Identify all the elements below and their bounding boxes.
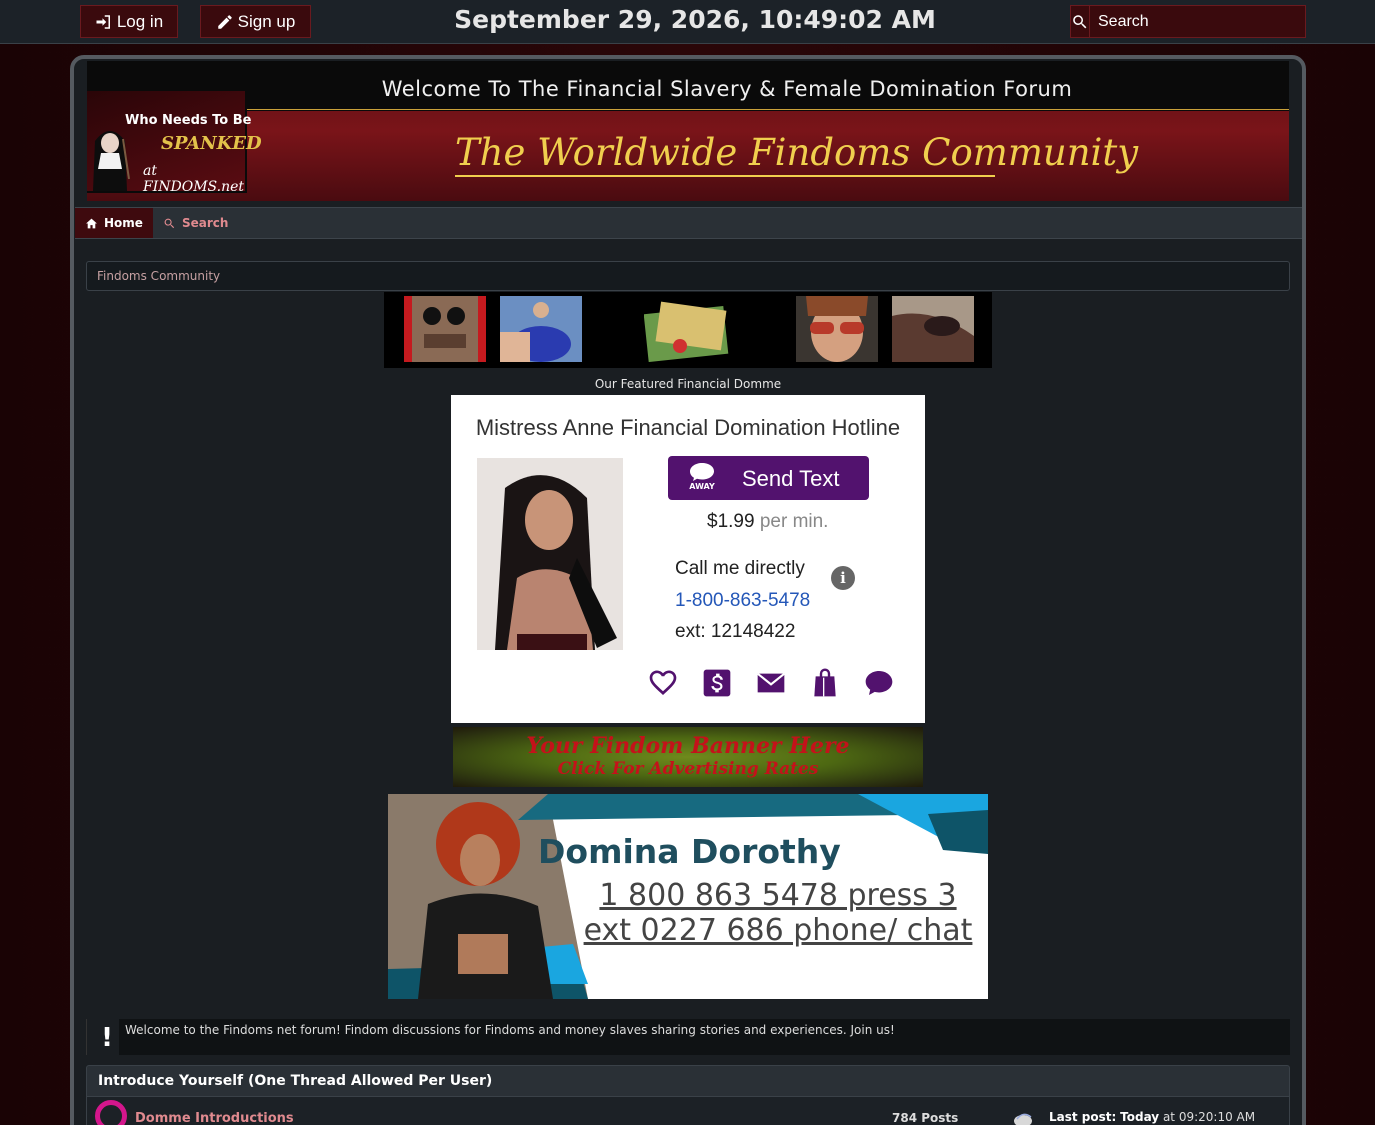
chat-bubble-icon: [690, 463, 714, 481]
breadcrumb-link[interactable]: Findoms Community: [97, 269, 220, 283]
login-button[interactable]: Log in: [80, 5, 178, 38]
board-row: Domme Introductions 784 Posts Last post:…: [86, 1097, 1290, 1125]
welcome-notice-text: Welcome to the Findoms net forum! Findom…: [125, 1023, 895, 1037]
welcome-notice: ! Welcome to the Findoms net forum! Find…: [86, 1019, 1290, 1055]
thumbnail-strip: [384, 292, 992, 368]
domina-dorothy-ad[interactable]: Domina Dorothy 1 800 863 5478 press 3 ex…: [388, 794, 988, 999]
advertise-banner-line-2: Click For Advertising Rates: [557, 759, 819, 779]
thumbnail-image[interactable]: [500, 296, 582, 362]
hotline-phone-link[interactable]: 1-800-863-5478: [675, 590, 810, 612]
logo-line-3: at FINDOMS.net: [143, 163, 245, 195]
last-post-label: Last post:: [1049, 1110, 1117, 1124]
content-area: Findoms Community Our Featured Financial…: [86, 257, 1290, 1125]
last-post-time: at 09:20:10 AM: [1162, 1110, 1256, 1124]
advertise-banner-line-1: Your Findom Banner Here: [526, 733, 850, 759]
call-directly-label: Call me directly: [675, 558, 805, 579]
spanked-logo[interactable]: Who Needs To Be SPANKED at FINDOMS.net: [87, 91, 262, 195]
hotline-title: Mistress Anne Financial Domination Hotli…: [475, 415, 901, 440]
board-post-count: 784 Posts: [892, 1111, 959, 1125]
board-last-post: Last post: Today at 09:20:10 AM: [1049, 1110, 1255, 1124]
community-script-title: The Worldwide Findoms Community: [455, 131, 1138, 177]
board-name-link[interactable]: Domme Introductions: [135, 1111, 294, 1125]
heart-icon[interactable]: [647, 667, 679, 699]
search-submit-button[interactable]: [1070, 5, 1090, 38]
nav-home-label: Home: [104, 216, 143, 230]
price-value: $1.99: [707, 511, 755, 532]
send-text-button[interactable]: AWAY Send Text: [668, 456, 869, 500]
send-text-label: Send Text: [742, 466, 840, 491]
info-icon[interactable]: i: [831, 566, 855, 590]
last-post-day[interactable]: Today: [1120, 1110, 1159, 1124]
domina-dorothy-phone[interactable]: 1 800 863 5478 press 3 ext 0227 686 phon…: [578, 878, 978, 948]
main-frame: Welcome To The Financial Slavery & Femal…: [70, 55, 1306, 1125]
search-input[interactable]: [1090, 5, 1306, 38]
dollar-icon[interactable]: [701, 667, 733, 699]
thumbnail-image[interactable]: [404, 296, 486, 362]
price-unit: per min.: [759, 511, 829, 532]
top-bar: Log in Sign up September 29, 2026, 10:49…: [0, 0, 1375, 44]
price-per-minute: $1.99 per min.: [707, 511, 828, 533]
chat-icon[interactable]: [863, 667, 895, 699]
top-search: [1070, 5, 1306, 38]
shopping-bag-icon[interactable]: [809, 667, 841, 699]
category-title: Introduce Yourself (One Thread Allowed P…: [98, 1073, 493, 1089]
featured-hotline-card: Mistress Anne Financial Domination Hotli…: [451, 395, 925, 723]
board-status-icon: [95, 1100, 127, 1125]
main-nav: Home Search: [75, 207, 1302, 239]
nav-home[interactable]: Home: [75, 208, 153, 238]
nun-figure-icon: [93, 131, 130, 191]
logo-line-2: SPANKED: [161, 133, 262, 154]
last-post-avatar-icon[interactable]: [1013, 1111, 1033, 1125]
header-welcome-title: Welcome To The Financial Slavery & Femal…: [381, 77, 1073, 101]
hotline-action-icons: [647, 667, 895, 699]
home-icon: [86, 218, 97, 228]
breadcrumb[interactable]: Findoms Community: [86, 261, 1290, 291]
exclamation-icon: !: [101, 1023, 113, 1053]
thumbnail-image[interactable]: [892, 296, 974, 362]
signup-label: Sign up: [237, 11, 296, 31]
mail-icon[interactable]: [755, 667, 787, 699]
pencil-icon: [217, 14, 232, 29]
thumbnail-image[interactable]: [796, 296, 878, 362]
advertise-banner[interactable]: Your Findom Banner Here Click For Advert…: [453, 727, 923, 787]
logo-line-1: Who Needs To Be: [125, 113, 252, 128]
nav-search-label: Search: [181, 216, 229, 230]
hotline-extension: ext: 12148422: [675, 621, 796, 642]
thumbnail-image[interactable]: [644, 296, 730, 362]
datetime-display: September 29, 2026, 10:49:02 AM: [454, 5, 936, 34]
login-label: Log in: [116, 11, 164, 31]
mistress-anne-photo[interactable]: [477, 458, 623, 650]
forum-header: Welcome To The Financial Slavery & Femal…: [87, 61, 1289, 201]
domina-dorothy-name: Domina Dorothy: [538, 832, 841, 871]
search-icon: [1073, 14, 1087, 28]
away-status: AWAY: [689, 482, 715, 491]
signup-button[interactable]: Sign up: [200, 5, 311, 38]
nav-search[interactable]: Search: [153, 208, 238, 238]
featured-domme-label: Our Featured Financial Domme: [594, 377, 782, 391]
category-header[interactable]: Introduce Yourself (One Thread Allowed P…: [86, 1065, 1290, 1097]
login-icon: [96, 14, 110, 29]
search-icon: [164, 218, 175, 228]
